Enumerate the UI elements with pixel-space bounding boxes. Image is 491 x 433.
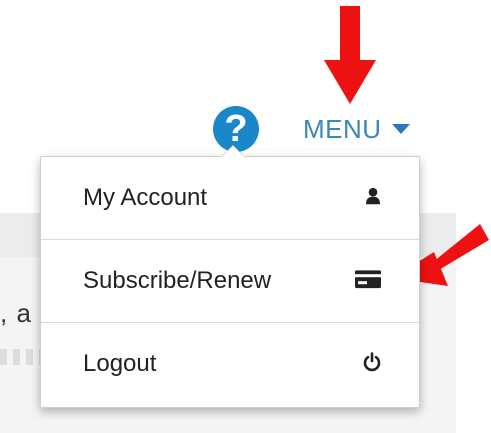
user-icon — [366, 187, 380, 205]
credit-card-icon — [355, 270, 381, 289]
menu-item-label: My Account — [83, 184, 208, 211]
power-icon — [363, 352, 381, 372]
menu-label: MENU — [303, 113, 382, 144]
menu-item-my-account[interactable]: My Account — [41, 157, 419, 239]
help-glyph: ? — [224, 108, 248, 150]
background-text-fragment: , a — [0, 298, 32, 328]
menu-item-label: Subscribe/Renew — [83, 267, 272, 294]
dropdown-pointer — [221, 145, 245, 157]
menu-item-label: Logout — [83, 350, 157, 377]
menu-item-logout[interactable]: Logout — [41, 323, 419, 405]
menu-toggle-button[interactable]: MENU — [303, 112, 410, 146]
caret-down-icon — [391, 124, 410, 134]
menu-item-subscribe-renew[interactable]: Subscribe/Renew — [41, 240, 419, 322]
arrow-down-annotation — [324, 6, 376, 104]
menu-dropdown: My Account Subscribe/Renew Logout — [40, 145, 420, 408]
